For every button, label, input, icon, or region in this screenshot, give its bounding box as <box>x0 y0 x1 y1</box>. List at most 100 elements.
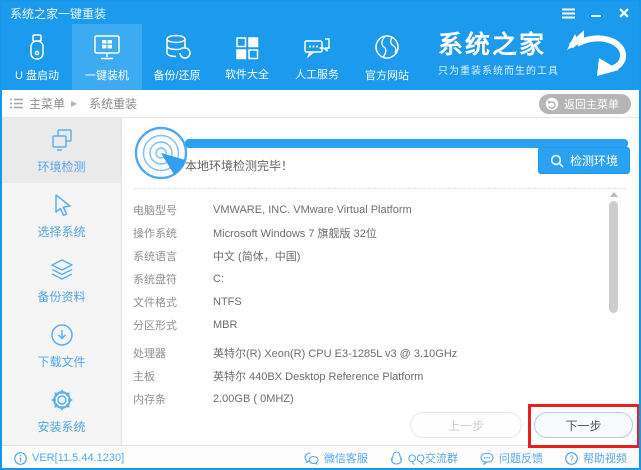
nav-item-usb-boot[interactable]: U 盘启动 <box>2 24 72 90</box>
sidebar-item-label: 备份资料 <box>37 290 86 304</box>
usb-drive-icon <box>22 32 52 64</box>
wechat-support-link[interactable]: 微信客服 <box>304 450 368 466</box>
scrollbar-thumb[interactable] <box>609 201 618 313</box>
nav-item-backup-restore[interactable]: 备份/还原 <box>142 24 212 90</box>
info-label: 操作系统 <box>133 227 177 240</box>
status-bar: VER[11.5.44.1230] 微信客服 QQ交流群 问题反馈 ? 帮助视频 <box>2 445 639 468</box>
brand-tagline: 只为重装系统而生的工具 <box>438 65 559 77</box>
breadcrumb-current: 系统重装 <box>89 97 138 111</box>
info-value: Microsoft Windows 7 旗舰版 32位 <box>213 227 377 240</box>
undo-arrow-icon <box>545 97 559 111</box>
link-label: 微信客服 <box>323 453 368 465</box>
info-label: 文件格式 <box>133 296 177 309</box>
system-info-row: 分区形式 MBR <box>133 313 603 336</box>
nav-item-website[interactable]: 官方网站 <box>352 24 422 90</box>
info-value: 2.00GB ( 0MHZ) <box>213 392 294 405</box>
info-value: 中文 (简体，中国) <box>213 250 301 263</box>
menu-icon[interactable] <box>561 6 575 20</box>
info-label: 系统语言 <box>133 250 177 263</box>
info-value: VMWARE, INC. VMware Virtual Platform <box>213 203 412 216</box>
version-label: VER[11.5.44.1230] <box>32 452 125 464</box>
sidebar-item-choose-system[interactable]: 选择系统 <box>2 183 121 248</box>
nav-item-label: 备份/还原 <box>153 69 201 82</box>
breadcrumb: 主菜单 ▶ 系统重装 返回主菜单 <box>2 90 639 118</box>
previous-step-button[interactable]: 上一步 <box>410 412 522 438</box>
feedback-link[interactable]: 问题反馈 <box>480 450 543 466</box>
info-label: 处理器 <box>133 347 166 360</box>
info-value: MBR <box>213 318 238 331</box>
help-circle-icon: ? <box>565 451 578 465</box>
nav-item-label: 一键装机 <box>85 69 129 82</box>
sidebar-item-download-files[interactable]: 下载文件 <box>2 313 121 378</box>
nav-item-label: U 盘启动 <box>15 69 59 82</box>
detect-environment-button[interactable]: 检测环境 <box>538 147 630 174</box>
back-button-label: 返回主菜单 <box>564 98 619 111</box>
sidebar-item-label: 安装系统 <box>37 420 86 434</box>
system-info-list: 电脑型号 VMWARE, INC. VMware Virtual Platform… <box>133 198 603 410</box>
system-info-row: 系统盘符 C: <box>133 267 603 290</box>
nav-item-service[interactable]: 人工服务 <box>282 24 352 90</box>
system-info-row: 处理器 英特尔(R) Xeon(R) CPU E3-1285L v3 @ 3.10… <box>133 341 603 364</box>
chevron-right-icon: ▶ <box>71 99 78 108</box>
nav-item-one-key-install[interactable]: 一键装机 <box>72 24 142 90</box>
nav-item-software[interactable]: 软件大全 <box>212 24 282 90</box>
info-value: 英特尔 440BX Desktop Reference Platform <box>213 370 424 383</box>
link-label: QQ交流群 <box>407 453 458 465</box>
info-label: 电脑型号 <box>133 204 177 217</box>
detect-button-label: 检测环境 <box>569 154 618 168</box>
qq-penguin-icon <box>390 451 403 465</box>
dashed-divider <box>133 188 626 189</box>
minimize-icon[interactable] <box>589 6 603 20</box>
screens-copy-icon <box>48 126 76 154</box>
layers-icon <box>48 256 76 284</box>
close-icon[interactable] <box>617 6 631 20</box>
info-value: NTFS <box>213 295 242 308</box>
app-window: 系统之家一键重装 U 盘启动 一键装机 备份/还原 软件大全 人工服务 官方网站… <box>0 0 641 470</box>
main-panel: 本地环境检测完毕！ 检测环境 电脑型号 VMWARE, INC. VMware V… <box>122 118 639 445</box>
next-step-button[interactable]: 下一步 <box>534 412 633 438</box>
sidebar-item-label: 下载文件 <box>37 355 86 369</box>
system-info-row: 操作系统 Microsoft Windows 7 旗舰版 32位 <box>133 221 603 244</box>
sidebar-item-backup-data[interactable]: 备份资料 <box>2 248 121 313</box>
qq-group-link[interactable]: QQ交流群 <box>390 450 458 466</box>
scroll-up-icon[interactable] <box>609 192 618 197</box>
nav-item-label: 官方网站 <box>365 69 409 82</box>
sidebar-item-label: 选择系统 <box>37 225 86 239</box>
apps-grid-icon <box>232 33 262 63</box>
system-info-row: 系统语言 中文 (简体，中国) <box>133 244 603 267</box>
nav-item-label: 软件大全 <box>225 68 269 81</box>
info-label: 主板 <box>133 370 155 383</box>
cursor-icon <box>48 191 76 219</box>
globe-icon <box>371 32 403 64</box>
sidebar-item-install-system[interactable]: 安装系统 <box>2 378 121 443</box>
search-icon <box>550 154 564 168</box>
brand-title: 系统之家 <box>438 30 547 59</box>
sidebar-item-env-detect[interactable]: 环境检测 <box>2 118 121 183</box>
system-info-row: 电脑型号 VMWARE, INC. VMware Virtual Platform <box>133 198 603 221</box>
wechat-icon <box>304 451 319 465</box>
system-info-row: 内存条 2.00GB ( 0MHZ) <box>133 387 603 410</box>
gear-icon <box>48 386 76 414</box>
system-info-row: 文件格式 NTFS <box>133 290 603 313</box>
list-icon <box>10 98 23 109</box>
svg-text:?: ? <box>569 454 574 463</box>
back-to-main-menu-button[interactable]: 返回主菜单 <box>539 93 631 114</box>
breadcrumb-root[interactable]: 主菜单 <box>29 95 65 112</box>
info-value: C: <box>213 272 224 285</box>
brand-logo: 系统之家 只为重装系统而生的工具 <box>438 30 633 78</box>
radar-scan-icon <box>133 125 189 181</box>
detection-status-message: 本地环境检测完毕！ <box>185 159 294 173</box>
sidebar-item-label: 环境检测 <box>37 160 86 174</box>
info-circle-icon <box>14 451 27 465</box>
title-bar: 系统之家一键重装 <box>2 2 639 24</box>
feedback-bubble-icon <box>480 452 494 465</box>
nav-item-label: 人工服务 <box>295 68 339 81</box>
download-circle-icon <box>48 321 76 349</box>
window-title: 系统之家一键重装 <box>10 6 107 21</box>
info-value: 英特尔(R) Xeon(R) CPU E3-1285L v3 @ 3.10GHz <box>213 347 458 360</box>
info-label: 分区形式 <box>133 319 177 332</box>
system-info-row: 主板 英特尔 440BX Desktop Reference Platform <box>133 364 603 387</box>
brand-swoosh-icon <box>565 30 633 78</box>
link-label: 问题反馈 <box>499 453 543 465</box>
link-label: 帮助视频 <box>583 453 627 465</box>
